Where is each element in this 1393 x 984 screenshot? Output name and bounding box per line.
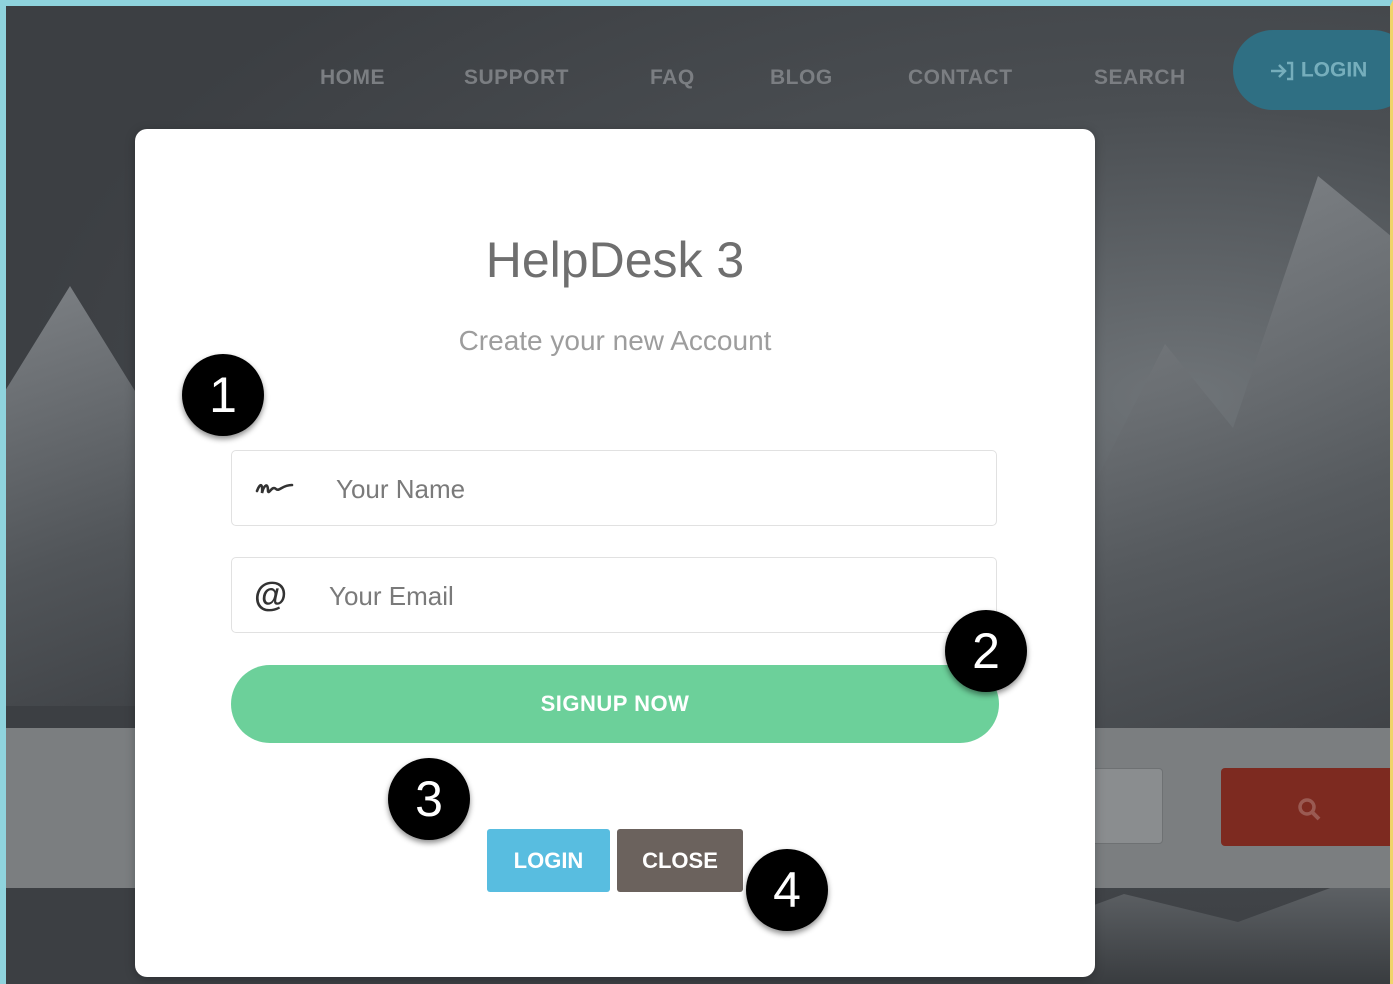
callout-badge-2: 2 bbox=[945, 610, 1027, 692]
email-field[interactable]: @ bbox=[231, 557, 997, 634]
callout-badge-4: 4 bbox=[746, 849, 828, 931]
search-icon bbox=[1296, 792, 1322, 822]
callout-badge-3: 3 bbox=[388, 758, 470, 840]
at-icon: @ bbox=[254, 575, 288, 614]
name-input[interactable] bbox=[334, 451, 938, 527]
name-field[interactable] bbox=[231, 450, 997, 527]
nav-login-label: LOGIN bbox=[1300, 58, 1368, 82]
close-button[interactable]: CLOSE bbox=[617, 829, 743, 892]
modal-title: HelpDesk 3 bbox=[485, 232, 745, 288]
modal-subtitle: Create your new Account bbox=[458, 325, 772, 356]
nav-faq[interactable]: FAQ bbox=[650, 66, 695, 90]
signup-button[interactable]: SIGNUP NOW bbox=[231, 665, 999, 743]
login-arrow-icon bbox=[1269, 58, 1301, 81]
signature-icon bbox=[254, 451, 296, 525]
screenshot-frame: HOME SUPPORT FAQ BLOG CONTACT SEARCH LOG… bbox=[0, 0, 1393, 984]
search-button[interactable] bbox=[1221, 768, 1390, 846]
nav-contact[interactable]: CONTACT bbox=[908, 66, 1013, 90]
mountain-right bbox=[1080, 176, 1390, 736]
nav-search[interactable]: SEARCH bbox=[1094, 66, 1186, 90]
login-button[interactable]: LOGIN bbox=[487, 829, 610, 892]
top-nav: HOME SUPPORT FAQ BLOG CONTACT SEARCH bbox=[6, 54, 1390, 104]
nav-home[interactable]: HOME bbox=[320, 66, 385, 90]
email-input[interactable] bbox=[327, 558, 931, 634]
signup-modal: HelpDesk 3 Create your new Account @ SIG… bbox=[135, 129, 1095, 977]
nav-blog[interactable]: BLOG bbox=[770, 66, 833, 90]
nav-login-button[interactable]: LOGIN bbox=[1233, 30, 1390, 110]
callout-badge-1: 1 bbox=[182, 354, 264, 436]
nav-support[interactable]: SUPPORT bbox=[464, 66, 569, 90]
